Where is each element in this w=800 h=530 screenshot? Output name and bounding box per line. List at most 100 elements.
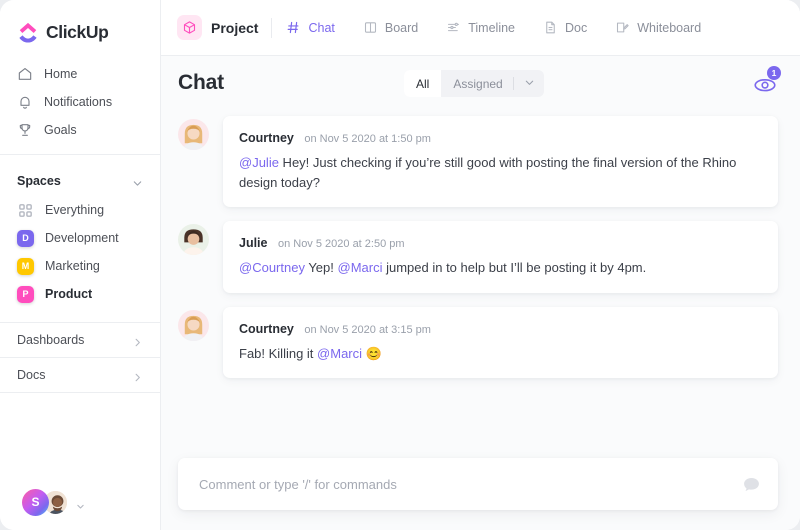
- view-tabs: Chat Board: [272, 0, 715, 55]
- mention-link[interactable]: @Julie: [239, 155, 279, 170]
- message-list: Courtney on Nov 5 2020 at 1:50 pm @Julie…: [161, 110, 800, 458]
- mention-link[interactable]: @Courtney: [239, 260, 305, 275]
- sidebar-item-docs[interactable]: Docs: [0, 358, 160, 392]
- space-label: Everything: [45, 203, 104, 217]
- sidebar-item-everything[interactable]: Everything: [0, 196, 160, 224]
- chat-header: Chat All Assigned: [161, 56, 800, 110]
- workspace-avatar[interactable]: S: [22, 489, 49, 516]
- bell-icon: [17, 94, 33, 110]
- account-switcher[interactable]: S: [0, 474, 160, 530]
- space-label: Development: [45, 231, 119, 245]
- sidebar-item-development[interactable]: D Development: [0, 224, 160, 252]
- doc-icon: [543, 20, 558, 35]
- sidebar-item-home[interactable]: Home: [0, 60, 160, 88]
- message-card: Courtney on Nov 5 2020 at 3:15 pm Fab! K…: [223, 307, 778, 379]
- space-label: Product: [45, 287, 92, 301]
- mention-link[interactable]: @Marci: [338, 260, 383, 275]
- tab-timeline[interactable]: Timeline: [432, 0, 529, 55]
- message-meta: Julie on Nov 5 2020 at 2:50 pm: [239, 234, 762, 252]
- message-body: Fab! Killing it @Marci 😊: [239, 344, 762, 364]
- message-timestamp: on Nov 5 2020 at 3:15 pm: [304, 324, 431, 336]
- message-item: Courtney on Nov 5 2020 at 1:50 pm @Julie…: [178, 116, 778, 207]
- sidebar-item-goals[interactable]: Goals: [0, 116, 160, 144]
- tab-label: Whiteboard: [637, 21, 701, 35]
- chevron-down-icon[interactable]: [76, 498, 85, 507]
- chevron-right-icon: [132, 335, 143, 346]
- space-label: Marketing: [45, 259, 100, 273]
- message-timestamp: on Nov 5 2020 at 2:50 pm: [278, 238, 405, 250]
- filter-separator: [513, 77, 514, 90]
- message-card: Courtney on Nov 5 2020 at 1:50 pm @Julie…: [223, 116, 778, 207]
- sidebar-item-label: Notifications: [44, 95, 112, 109]
- filter-assigned-dropdown[interactable]: Assigned: [441, 70, 543, 97]
- primary-nav: Home Notifications: [0, 60, 160, 144]
- sidebar-item-notifications[interactable]: Notifications: [0, 88, 160, 116]
- comment-composer[interactable]: [178, 458, 778, 510]
- app-logo[interactable]: ClickUp: [0, 0, 160, 48]
- sidebar-item-dashboards[interactable]: Dashboards: [0, 323, 160, 357]
- sidebar: ClickUp Home Notifications: [0, 0, 161, 530]
- avatar[interactable]: [178, 224, 209, 255]
- sidebar-item-label: Home: [44, 67, 77, 81]
- board-icon: [363, 20, 378, 35]
- message-author: Courtney: [239, 322, 294, 336]
- message-text: jumped in to help but I’ll be posting it…: [382, 260, 646, 275]
- message-body: @Courtney Yep! @Marci jumped in to help …: [239, 258, 762, 278]
- chevron-right-icon: [132, 370, 143, 381]
- project-selector[interactable]: Project: [177, 15, 271, 40]
- sidebar-item-label: Goals: [44, 123, 77, 137]
- sidebar-item-label: Dashboards: [17, 333, 84, 347]
- main-content: Project Chat: [161, 0, 800, 530]
- filter-assigned-label: Assigned: [453, 77, 502, 91]
- hash-icon: [286, 20, 301, 35]
- top-navigation-bar: Project Chat: [161, 0, 800, 56]
- filter-all-button[interactable]: All: [404, 70, 441, 97]
- message-meta: Courtney on Nov 5 2020 at 3:15 pm: [239, 320, 762, 338]
- tab-label: Board: [385, 21, 418, 35]
- composer-area: [161, 458, 800, 530]
- chevron-down-icon[interactable]: [524, 75, 535, 93]
- speech-bubble-icon[interactable]: [741, 474, 762, 495]
- message-author: Courtney: [239, 131, 294, 145]
- cube-icon: [177, 15, 202, 40]
- whiteboard-icon: [615, 20, 630, 35]
- message-timestamp: on Nov 5 2020 at 1:50 pm: [304, 133, 431, 145]
- home-icon: [17, 66, 33, 82]
- tab-chat[interactable]: Chat: [272, 0, 348, 55]
- message-text: Yep!: [305, 260, 338, 275]
- watch-button[interactable]: 1: [752, 70, 778, 96]
- chat-filter-group: All Assigned: [404, 70, 544, 97]
- status-badge: 1: [767, 66, 781, 80]
- eye-icon: [752, 83, 778, 100]
- page-title: Chat: [178, 71, 224, 95]
- clickup-app-window: ClickUp Home Notifications: [0, 0, 800, 530]
- app-name: ClickUp: [46, 22, 108, 43]
- message-text: Hey! Just checking if you’re still good …: [239, 155, 736, 190]
- mention-link[interactable]: @Marci: [317, 346, 362, 361]
- chevron-down-icon[interactable]: [132, 176, 143, 187]
- message-text: Fab! Killing it: [239, 346, 317, 361]
- grid-icon: [17, 202, 34, 219]
- tab-whiteboard[interactable]: Whiteboard: [601, 0, 715, 55]
- sidebar-item-product[interactable]: P Product: [0, 280, 160, 308]
- trophy-icon: [17, 122, 33, 138]
- tab-label: Chat: [308, 21, 334, 35]
- spaces-section-header[interactable]: Spaces: [0, 166, 160, 196]
- sidebar-item-label: Docs: [17, 368, 45, 382]
- message-author: Julie: [239, 236, 268, 250]
- avatar[interactable]: [178, 119, 209, 150]
- timeline-icon: [446, 20, 461, 35]
- tab-board[interactable]: Board: [349, 0, 432, 55]
- tab-label: Doc: [565, 21, 587, 35]
- comment-input[interactable]: [199, 477, 741, 492]
- clickup-logo-icon: [17, 22, 39, 44]
- space-badge: P: [17, 286, 34, 303]
- sidebar-item-marketing[interactable]: M Marketing: [0, 252, 160, 280]
- project-name: Project: [211, 20, 258, 36]
- sidebar-divider-docs: [0, 392, 160, 393]
- space-badge: D: [17, 230, 34, 247]
- avatar[interactable]: [178, 310, 209, 341]
- tab-doc[interactable]: Doc: [529, 0, 601, 55]
- message-card: Julie on Nov 5 2020 at 2:50 pm @Courtney…: [223, 221, 778, 293]
- message-item: Courtney on Nov 5 2020 at 3:15 pm Fab! K…: [178, 307, 778, 379]
